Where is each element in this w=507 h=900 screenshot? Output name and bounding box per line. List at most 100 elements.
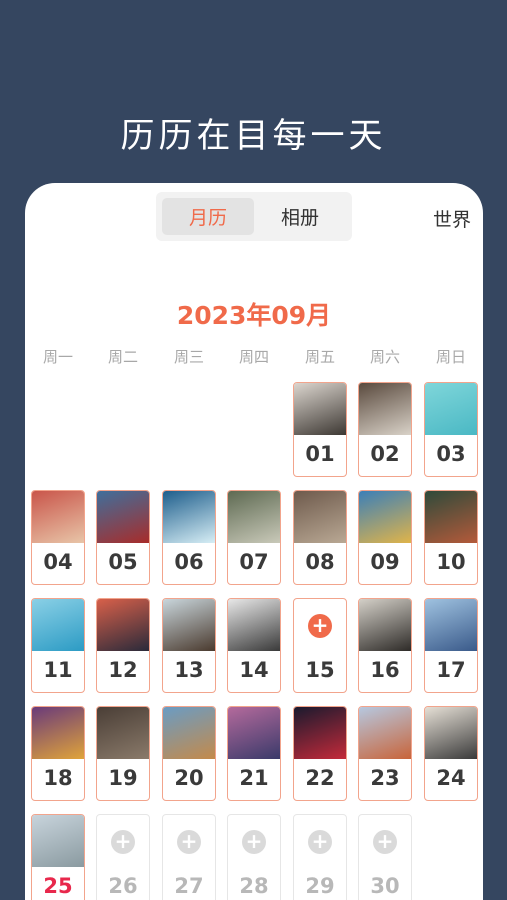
day-number: 14	[239, 658, 269, 682]
day-cell-03[interactable]: 03	[424, 382, 478, 477]
day-cell-10[interactable]: 10	[424, 490, 478, 585]
day-cell-12[interactable]: 12	[96, 598, 150, 693]
weekday-label: 周六	[369, 348, 400, 366]
day-cell-02[interactable]: 02	[358, 382, 412, 477]
day-photo-thumbnail	[425, 707, 477, 759]
world-button[interactable]: 世界	[433, 205, 471, 232]
weekday-label: 周五	[304, 348, 335, 366]
day-number: 02	[370, 442, 400, 466]
day-cell-14[interactable]: 14	[227, 598, 281, 693]
day-cell-22[interactable]: 22	[293, 706, 347, 801]
day-cell-17[interactable]: 17	[424, 598, 478, 693]
day-cell-16[interactable]: 16	[358, 598, 412, 693]
add-photo-icon: +	[308, 614, 332, 638]
add-photo-icon: +	[177, 830, 201, 854]
day-number: 21	[239, 766, 269, 790]
day-number: 16	[370, 658, 400, 682]
day-cell-24[interactable]: 24	[424, 706, 478, 801]
day-photo-thumbnail	[97, 707, 149, 759]
tab-month-calendar[interactable]: 月历	[162, 198, 254, 235]
day-number: 12	[108, 658, 138, 682]
day-photo-thumbnail	[359, 491, 411, 543]
day-number: 10	[436, 550, 466, 574]
day-photo-thumbnail	[228, 491, 280, 543]
day-photo-thumbnail	[359, 707, 411, 759]
day-cell-11[interactable]: 11	[31, 598, 85, 693]
tab-album[interactable]: 相册	[254, 198, 346, 235]
day-cell-23[interactable]: 23	[358, 706, 412, 801]
day-cell-06[interactable]: 06	[162, 490, 216, 585]
day-cell-07[interactable]: 07	[227, 490, 281, 585]
day-cell-25[interactable]: 25	[31, 814, 85, 900]
day-cell-19[interactable]: 19	[96, 706, 150, 801]
weekday-label: 周日	[435, 348, 466, 366]
day-number: 05	[108, 550, 138, 574]
weekday-label: 周四	[238, 348, 269, 366]
day-cell-30[interactable]: +30	[358, 814, 412, 900]
day-photo-thumbnail	[425, 491, 477, 543]
day-cell-21[interactable]: 21	[227, 706, 281, 801]
day-number: 06	[174, 550, 204, 574]
day-number: 22	[305, 766, 335, 790]
day-number: 28	[239, 874, 269, 898]
add-photo-icon: +	[111, 830, 135, 854]
month-title[interactable]: 2023年09月	[25, 296, 483, 332]
day-photo-thumbnail	[228, 707, 280, 759]
day-number: 30	[370, 874, 400, 898]
day-cell-27[interactable]: +27	[162, 814, 216, 900]
day-photo-thumbnail	[163, 491, 215, 543]
day-photo-thumbnail	[32, 707, 84, 759]
day-cell-01[interactable]: 01	[293, 382, 347, 477]
day-cell-29[interactable]: +29	[293, 814, 347, 900]
day-cell-13[interactable]: 13	[162, 598, 216, 693]
day-number: 18	[43, 766, 73, 790]
day-number: 08	[305, 550, 335, 574]
day-photo-thumbnail	[294, 383, 346, 435]
day-cell-18[interactable]: 18	[31, 706, 85, 801]
day-number: 20	[174, 766, 204, 790]
day-number: 03	[436, 442, 466, 466]
day-cell-26[interactable]: +26	[96, 814, 150, 900]
day-cell-08[interactable]: 08	[293, 490, 347, 585]
day-photo-thumbnail	[228, 599, 280, 651]
day-number: 07	[239, 550, 269, 574]
add-photo-icon: +	[242, 830, 266, 854]
day-number: 29	[305, 874, 335, 898]
day-photo-thumbnail	[294, 707, 346, 759]
weekday-label: 周二	[107, 348, 138, 366]
day-cell-15[interactable]: +15	[293, 598, 347, 693]
day-number: 26	[108, 874, 138, 898]
calendar-card: 月历 相册 世界 2023年09月 周一 周二 周三 周四 周五 周六 周日 01 02 03 0…	[25, 183, 483, 900]
day-number: 19	[108, 766, 138, 790]
day-cell-05[interactable]: 05	[96, 490, 150, 585]
day-cell-09[interactable]: 09	[358, 490, 412, 585]
day-number: 04	[43, 550, 73, 574]
day-photo-thumbnail	[163, 707, 215, 759]
day-photo-thumbnail	[294, 491, 346, 543]
day-number: 17	[436, 658, 466, 682]
add-photo-icon: +	[373, 830, 397, 854]
day-number: 25	[43, 874, 73, 898]
day-number: 15	[305, 658, 335, 682]
day-photo-thumbnail	[32, 599, 84, 651]
day-cell-28[interactable]: +28	[227, 814, 281, 900]
add-photo-icon: +	[308, 830, 332, 854]
headline: 历历在目每一天	[120, 116, 387, 156]
day-photo-thumbnail	[359, 599, 411, 651]
day-number: 24	[436, 766, 466, 790]
day-photo-thumbnail	[97, 491, 149, 543]
day-photo-thumbnail	[32, 815, 84, 867]
day-cell-04[interactable]: 04	[31, 490, 85, 585]
day-number: 01	[305, 442, 335, 466]
day-photo-thumbnail	[97, 599, 149, 651]
day-photo-thumbnail	[359, 383, 411, 435]
day-photo-thumbnail	[32, 491, 84, 543]
day-photo-thumbnail	[163, 599, 215, 651]
day-number: 11	[43, 658, 73, 682]
weekday-label: 周三	[173, 348, 204, 366]
day-number: 09	[370, 550, 400, 574]
weekday-label: 周一	[42, 348, 73, 366]
day-number: 27	[174, 874, 204, 898]
day-cell-20[interactable]: 20	[162, 706, 216, 801]
day-number: 13	[174, 658, 204, 682]
